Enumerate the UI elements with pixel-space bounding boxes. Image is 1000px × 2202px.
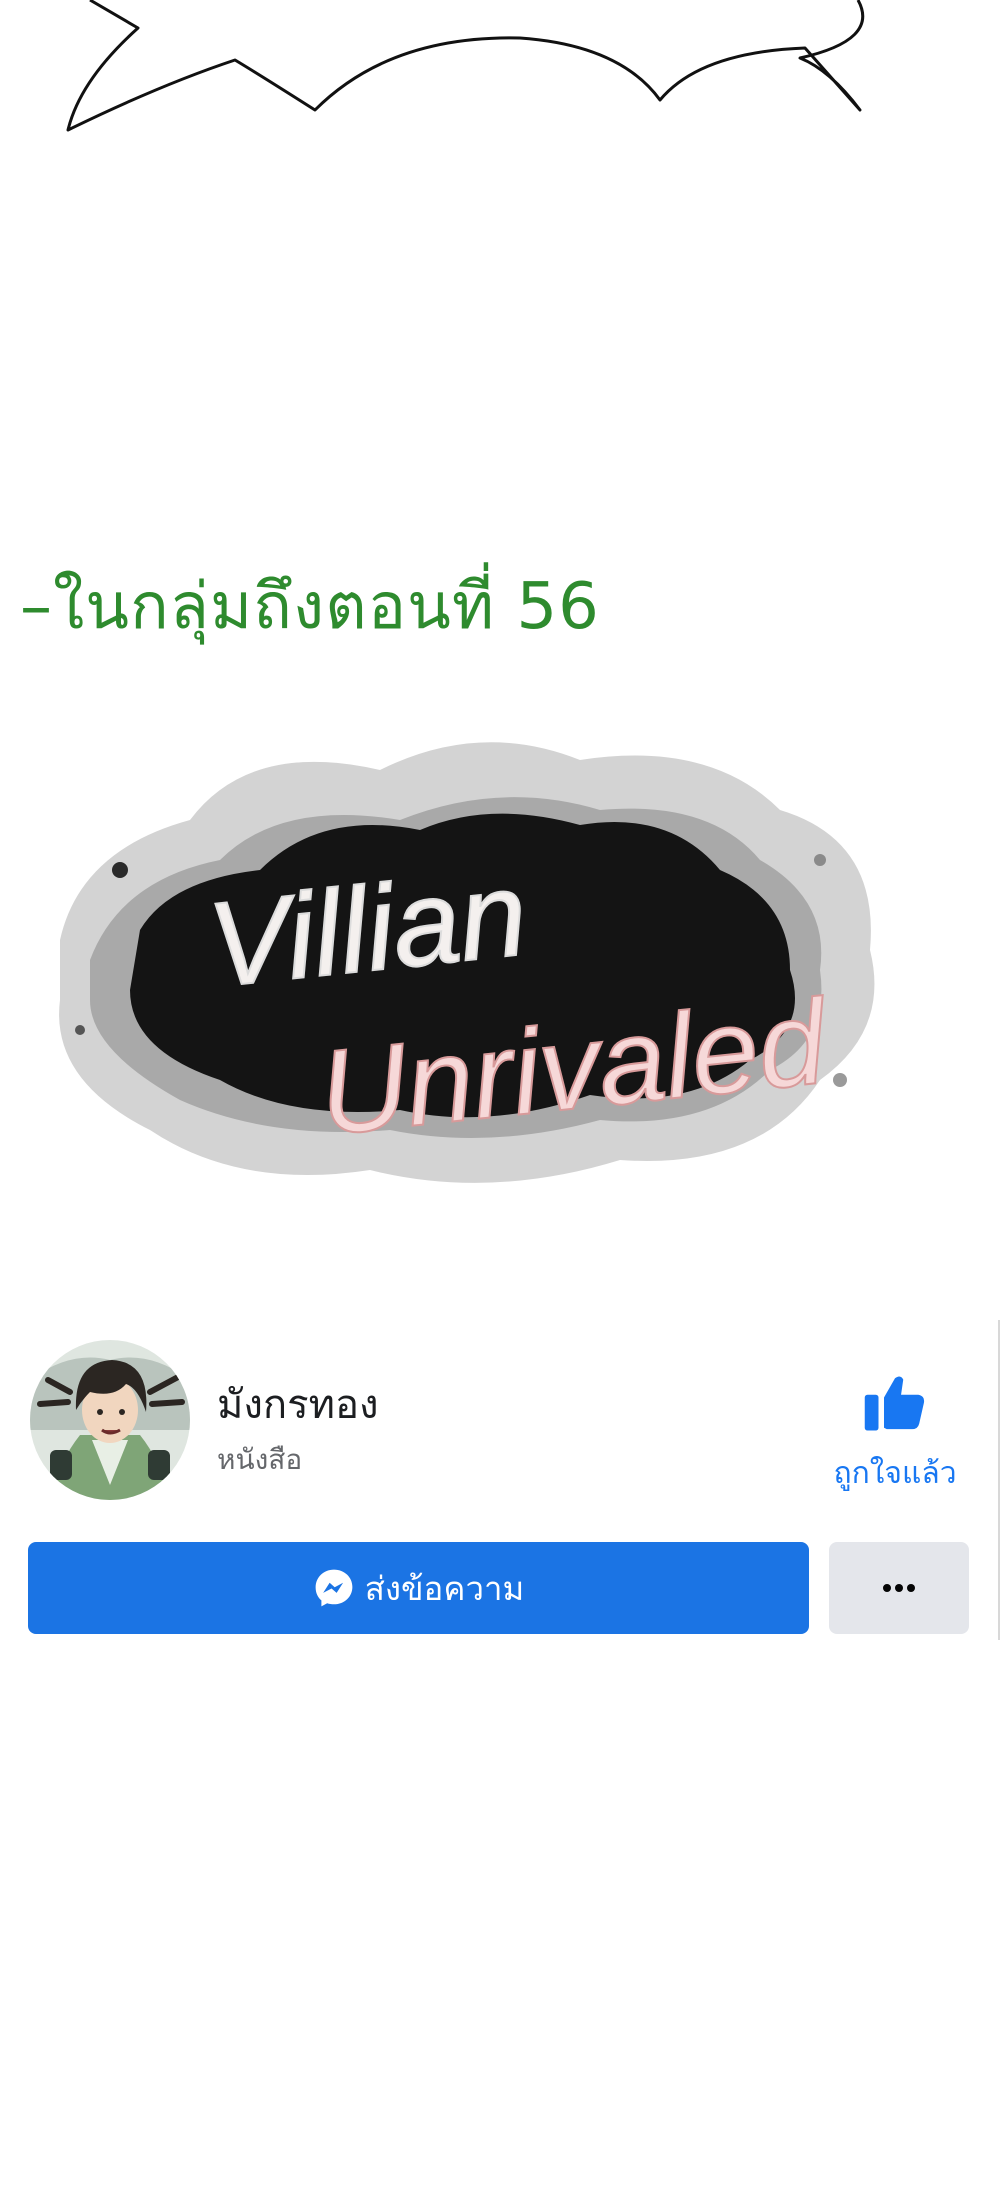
thumbs-up-icon <box>864 1376 925 1431</box>
more-options-button[interactable] <box>829 1542 969 1634</box>
like-button[interactable]: ถูกใจแล้ว <box>820 1370 970 1500</box>
send-message-label: ส่งข้อความ <box>364 1568 525 1608</box>
like-label: ถูกใจแล้ว <box>833 1456 957 1491</box>
speech-bubble <box>66 0 865 132</box>
page-name[interactable]: มังกรทอง <box>217 1372 379 1436</box>
avatar[interactable] <box>30 1340 190 1500</box>
page-profile-card: มังกรทอง หนังสือ ถูกใจแล้ว ส่งข้อความ <box>0 1320 1000 1650</box>
avatar-image <box>30 1340 190 1500</box>
title-logo: Villian Unrivaled <box>59 742 875 1183</box>
chapter-announcement: –ในกลุ่มถึงตอนที่ 56 <box>20 570 600 644</box>
messenger-icon <box>315 1569 353 1607</box>
send-message-button[interactable]: ส่งข้อความ <box>28 1542 809 1634</box>
page-category: หนังสือ <box>217 1443 303 1476</box>
more-dots-icon <box>883 1584 915 1592</box>
